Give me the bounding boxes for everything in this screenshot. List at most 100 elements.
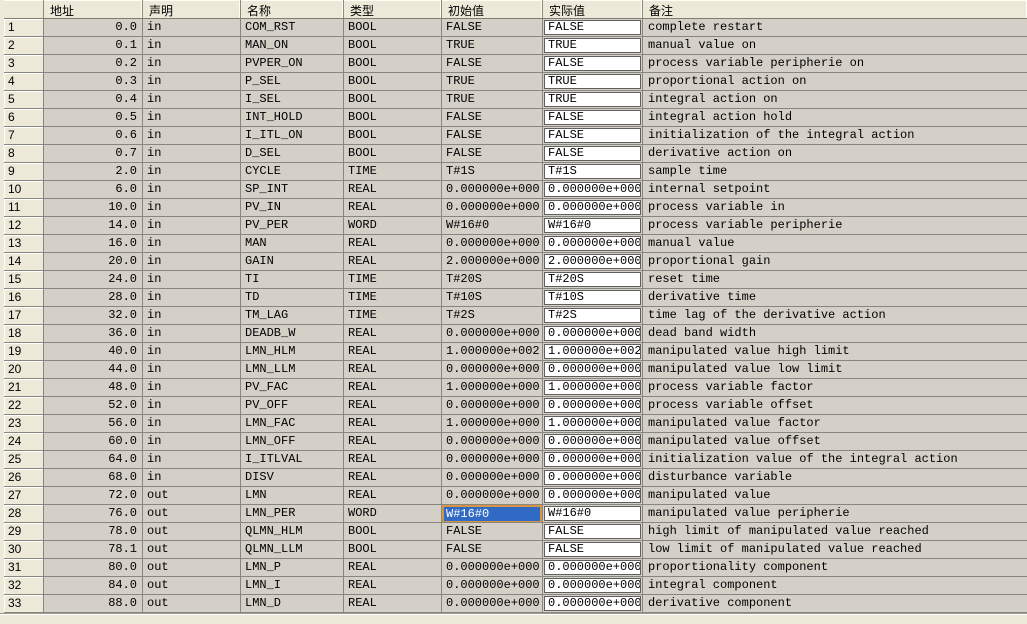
row-number[interactable]: 5 — [4, 91, 44, 108]
row-number[interactable]: 15 — [4, 271, 44, 288]
cell-comment[interactable]: time lag of the derivative action — [643, 307, 1027, 324]
cell-address[interactable]: 0.7 — [44, 145, 143, 162]
cell-type[interactable]: REAL — [344, 199, 442, 216]
cell-actual-value[interactable]: 0.000000e+000 — [543, 433, 643, 450]
cell-comment[interactable]: high limit of manipulated value reached — [643, 523, 1027, 540]
cell-initial-value[interactable]: FALSE — [442, 109, 543, 126]
cell-address[interactable]: 32.0 — [44, 307, 143, 324]
cell-name[interactable]: LMN_OFF — [241, 433, 344, 450]
cell-actual-value[interactable]: FALSE — [543, 541, 643, 558]
cell-comment[interactable]: process variable in — [643, 199, 1027, 216]
cell-name[interactable]: COM_RST — [241, 19, 344, 36]
cell-comment[interactable]: process variable peripherie on — [643, 55, 1027, 72]
cell-actual-value[interactable]: 0.000000e+000 — [543, 325, 643, 342]
cell-initial-value[interactable]: 0.000000e+000 — [442, 595, 543, 612]
cell-name[interactable]: QLMN_HLM — [241, 523, 344, 540]
cell-type[interactable]: REAL — [344, 181, 442, 198]
cell-actual-value[interactable]: FALSE — [543, 109, 643, 126]
cell-type[interactable]: BOOL — [344, 55, 442, 72]
row-number[interactable]: 26 — [4, 469, 44, 486]
cell-type[interactable]: REAL — [344, 469, 442, 486]
row-number[interactable]: 10 — [4, 181, 44, 198]
row-number[interactable]: 16 — [4, 289, 44, 306]
cell-actual-value[interactable]: 2.000000e+000 — [543, 253, 643, 270]
cell-address[interactable]: 68.0 — [44, 469, 143, 486]
cell-actual-value[interactable]: 0.000000e+000 — [543, 361, 643, 378]
cell-name[interactable]: PV_PER — [241, 217, 344, 234]
cell-declaration[interactable]: out — [143, 559, 241, 576]
cell-name[interactable]: LMN_D — [241, 595, 344, 612]
cell-type[interactable]: REAL — [344, 253, 442, 270]
cell-address[interactable]: 0.5 — [44, 109, 143, 126]
cell-type[interactable]: BOOL — [344, 127, 442, 144]
row-number[interactable]: 31 — [4, 559, 44, 576]
cell-actual-value[interactable]: TRUE — [543, 37, 643, 54]
cell-actual-value[interactable]: 0.000000e+000 — [543, 469, 643, 486]
cell-actual-value[interactable]: T#20S — [543, 271, 643, 288]
row-number[interactable]: 18 — [4, 325, 44, 342]
cell-actual-value[interactable]: 0.000000e+000 — [543, 199, 643, 216]
row-number[interactable]: 12 — [4, 217, 44, 234]
row-number[interactable]: 29 — [4, 523, 44, 540]
cell-address[interactable]: 84.0 — [44, 577, 143, 594]
cell-name[interactable]: INT_HOLD — [241, 109, 344, 126]
cell-address[interactable]: 56.0 — [44, 415, 143, 432]
cell-comment[interactable]: derivative component — [643, 595, 1027, 612]
row-number[interactable]: 28 — [4, 505, 44, 522]
row-number[interactable]: 32 — [4, 577, 44, 594]
cell-address[interactable]: 78.1 — [44, 541, 143, 558]
cell-declaration[interactable]: out — [143, 595, 241, 612]
row-number[interactable]: 19 — [4, 343, 44, 360]
row-number[interactable]: 25 — [4, 451, 44, 468]
cell-actual-value[interactable]: 0.000000e+000 — [543, 451, 643, 468]
cell-comment[interactable]: integral action on — [643, 91, 1027, 108]
cell-actual-value[interactable]: T#2S — [543, 307, 643, 324]
cell-initial-value[interactable]: 0.000000e+000 — [442, 469, 543, 486]
cell-type[interactable]: REAL — [344, 361, 442, 378]
cell-initial-value[interactable]: 1.000000e+002 — [442, 343, 543, 360]
cell-actual-value[interactable]: FALSE — [543, 145, 643, 162]
cell-declaration[interactable]: in — [143, 127, 241, 144]
cell-address[interactable]: 28.0 — [44, 289, 143, 306]
cell-comment[interactable]: disturbance variable — [643, 469, 1027, 486]
cell-actual-value[interactable]: 0.000000e+000 — [543, 577, 643, 594]
cell-initial-value[interactable]: T#1S — [442, 163, 543, 180]
row-number[interactable]: 13 — [4, 235, 44, 252]
cell-name[interactable]: LMN_LLM — [241, 361, 344, 378]
row-number[interactable]: 17 — [4, 307, 44, 324]
cell-address[interactable]: 60.0 — [44, 433, 143, 450]
cell-type[interactable]: TIME — [344, 289, 442, 306]
cell-name[interactable]: LMN — [241, 487, 344, 504]
row-number[interactable]: 14 — [4, 253, 44, 270]
cell-address[interactable]: 16.0 — [44, 235, 143, 252]
cell-actual-value[interactable]: 0.000000e+000 — [543, 595, 643, 612]
cell-type[interactable]: BOOL — [344, 541, 442, 558]
cell-initial-value[interactable]: 0.000000e+000 — [442, 451, 543, 468]
cell-name[interactable]: PV_IN — [241, 199, 344, 216]
cell-declaration[interactable]: in — [143, 109, 241, 126]
cell-declaration[interactable]: out — [143, 577, 241, 594]
cell-actual-value[interactable]: TRUE — [543, 91, 643, 108]
cell-address[interactable]: 80.0 — [44, 559, 143, 576]
cell-comment[interactable]: low limit of manipulated value reached — [643, 541, 1027, 558]
cell-type[interactable]: REAL — [344, 415, 442, 432]
cell-comment[interactable]: internal setpoint — [643, 181, 1027, 198]
cell-address[interactable]: 0.3 — [44, 73, 143, 90]
cell-initial-value[interactable]: T#20S — [442, 271, 543, 288]
cell-declaration[interactable]: in — [143, 37, 241, 54]
cell-declaration[interactable]: in — [143, 469, 241, 486]
cell-declaration[interactable]: in — [143, 343, 241, 360]
cell-name[interactable]: MAN_ON — [241, 37, 344, 54]
cell-initial-value[interactable]: 2.000000e+000 — [442, 253, 543, 270]
cell-comment[interactable]: manipulated value offset — [643, 433, 1027, 450]
row-number[interactable]: 23 — [4, 415, 44, 432]
cell-initial-value[interactable]: 0.000000e+000 — [442, 397, 543, 414]
cell-initial-value[interactable]: 0.000000e+000 — [442, 559, 543, 576]
cell-initial-value[interactable]: 0.000000e+000 — [442, 199, 543, 216]
cell-type[interactable]: BOOL — [344, 109, 442, 126]
cell-initial-value[interactable]: 0.000000e+000 — [442, 577, 543, 594]
cell-name[interactable]: PV_OFF — [241, 397, 344, 414]
cell-address[interactable]: 72.0 — [44, 487, 143, 504]
cell-declaration[interactable]: in — [143, 163, 241, 180]
row-number[interactable]: 27 — [4, 487, 44, 504]
